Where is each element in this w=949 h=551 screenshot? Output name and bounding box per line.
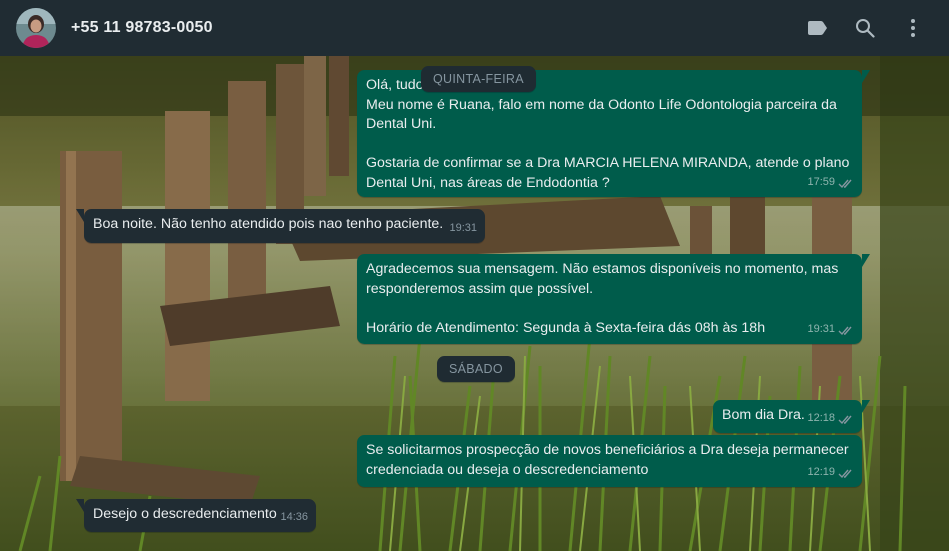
message-time: 19:31	[449, 222, 477, 235]
message-meta: 12:18	[807, 409, 854, 429]
menu-icon[interactable]	[901, 16, 925, 40]
message-bubble-incoming[interactable]: Boa noite. Não tenho atendido pois nao t…	[76, 209, 485, 243]
message-time: 14:36	[280, 511, 308, 524]
message-time: 17:59	[807, 176, 835, 189]
message-text: Desejo o descredenciamento	[93, 506, 277, 522]
day-chip-saturday: SÁBADO	[437, 356, 515, 382]
contact-name[interactable]: +55 11 98783-0050	[71, 19, 213, 37]
message-meta: 12:19	[807, 463, 854, 483]
message-bubble-outgoing[interactable]: Agradecemos sua mensagem. Não estamos di…	[357, 254, 870, 344]
search-icon[interactable]	[853, 16, 877, 40]
message-text: Boa noite. Não tenho atendido pois nao t…	[93, 216, 444, 232]
message-time: 19:31	[807, 323, 835, 336]
double-check-icon	[838, 469, 852, 478]
header-actions	[805, 16, 933, 40]
double-check-icon	[838, 415, 852, 424]
double-check-icon	[838, 179, 852, 188]
double-check-icon	[838, 326, 852, 335]
message-bubble-outgoing[interactable]: Se solicitarmos prospecção de novos bene…	[357, 435, 862, 487]
chat-area[interactable]: Olá, tudo bem? Meu nome é Ruana, falo em…	[0, 56, 949, 551]
message-time: 12:19	[807, 466, 835, 479]
chat-header: +55 11 98783-0050	[0, 0, 949, 56]
message-meta: 17:59	[807, 173, 854, 193]
message-text: Olá, tudo bem? Meu nome é Ruana, falo em…	[366, 77, 850, 191]
bubble-tail	[862, 70, 870, 83]
message-meta: 14:36	[280, 508, 308, 528]
message-meta: 19:31	[449, 219, 477, 239]
message-meta: 19:31	[807, 320, 854, 340]
message-time: 12:18	[807, 412, 835, 425]
avatar[interactable]	[16, 8, 56, 48]
bubble-tail	[76, 209, 84, 222]
day-chip-thursday: QUINTA-FEIRA	[421, 66, 536, 92]
label-icon[interactable]	[805, 16, 829, 40]
bubble-tail	[862, 400, 870, 413]
message-bubble-outgoing[interactable]: Bom dia Dra. 12:18	[713, 400, 870, 433]
bubble-tail	[76, 499, 84, 512]
message-text: Se solicitarmos prospecção de novos bene…	[366, 442, 853, 478]
message-text: Agradecemos sua mensagem. Não estamos di…	[366, 261, 839, 336]
bubble-tail	[862, 254, 870, 267]
message-bubble-incoming[interactable]: Desejo o descredenciamento 14:36	[76, 499, 316, 532]
